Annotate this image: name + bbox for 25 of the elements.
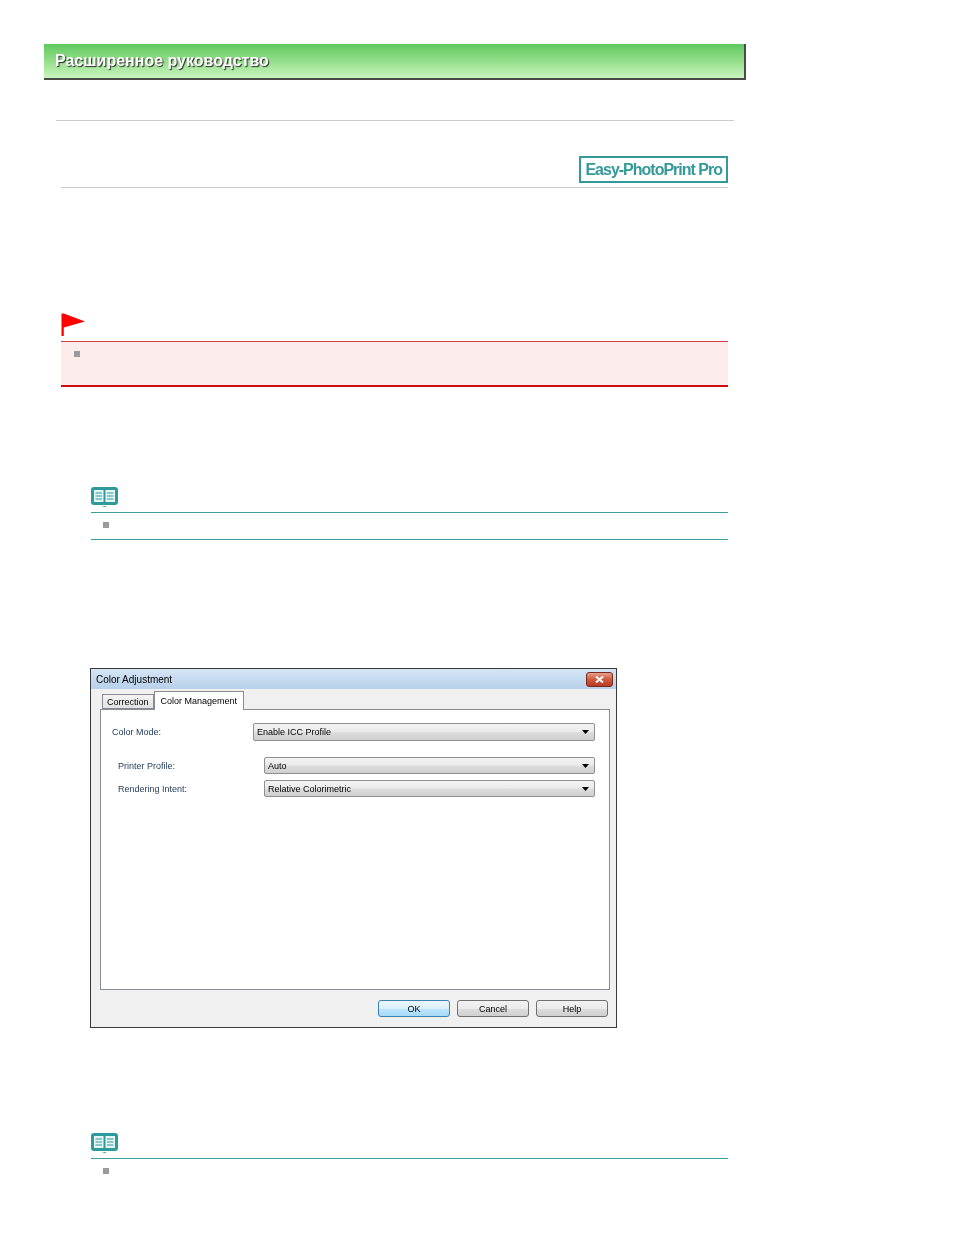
close-button[interactable] (586, 671, 613, 687)
product-logo: Easy-PhotoPrint Pro (579, 156, 728, 183)
select-dropdown[interactable]: Auto (264, 757, 595, 774)
dialog-button[interactable]: Help (536, 1000, 608, 1017)
select-dropdown[interactable]: Relative Colorimetric (264, 780, 595, 797)
field-label: Printer Profile: (118, 760, 177, 771)
page-header: Расширенное руководство (44, 44, 746, 80)
select-dropdown[interactable]: Enable ICC Profile (253, 723, 595, 741)
bullet-icon (74, 351, 80, 357)
caret-icon (582, 763, 589, 768)
tab[interactable]: Color Management (153, 691, 245, 710)
bullet-icon (103, 1168, 109, 1174)
dialog-button[interactable]: OK (378, 1000, 450, 1017)
dialog-button[interactable]: Cancel (457, 1000, 529, 1017)
field-label: Color Mode: (112, 727, 163, 737)
book-icon (91, 1133, 118, 1153)
tab[interactable]: Correction (102, 694, 154, 709)
close-icon (595, 675, 604, 683)
flag-icon (61, 313, 85, 336)
field-label: Rendering Intent: (118, 783, 189, 794)
book-icon (91, 487, 118, 507)
caret-icon (582, 730, 589, 734)
bullet-icon (103, 522, 109, 528)
caret-icon (582, 786, 589, 791)
dialog-title: Color Adjustment (96, 673, 173, 685)
